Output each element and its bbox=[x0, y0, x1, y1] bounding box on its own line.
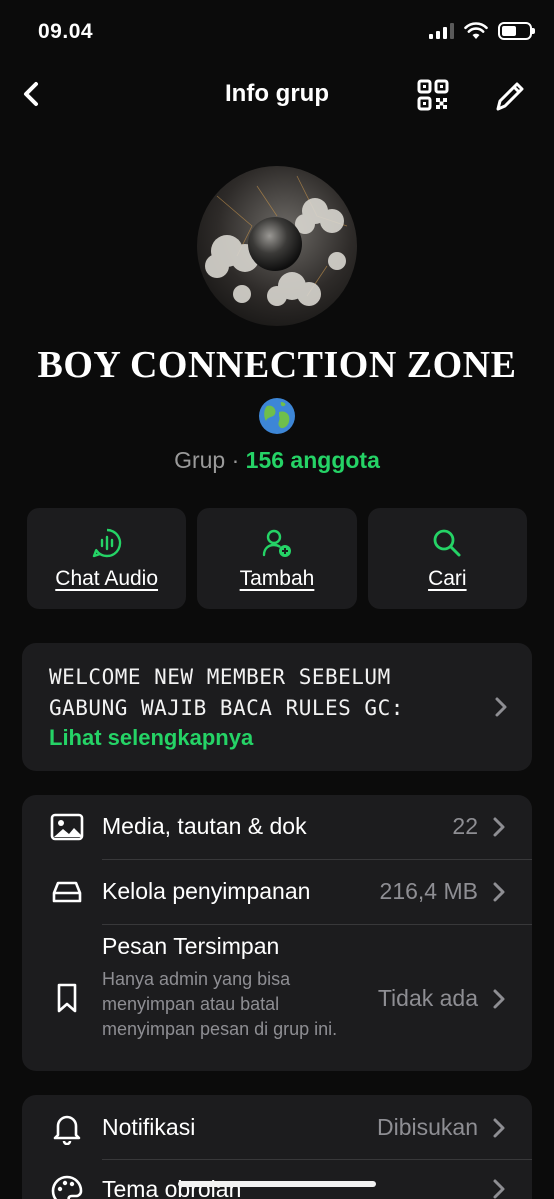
chat-theme-row[interactable]: Tema obrolan bbox=[22, 1160, 532, 1199]
bookmark-icon bbox=[57, 983, 77, 1013]
home-indicator[interactable] bbox=[178, 1181, 376, 1187]
status-icons bbox=[429, 22, 535, 40]
globe-emoji-icon bbox=[259, 398, 295, 434]
group-description-card[interactable]: WELCOME NEW MEMBER SEBELUM GABUNG WAJIB … bbox=[22, 643, 532, 771]
saved-messages-row[interactable]: Pesan Tersimpan Hanya admin yang bisa me… bbox=[22, 925, 532, 1071]
page-title: Info grup bbox=[225, 80, 329, 107]
chat-audio-button[interactable]: Chat Audio bbox=[27, 508, 187, 609]
search-button[interactable]: Cari bbox=[367, 508, 527, 609]
chevron-right-icon bbox=[495, 697, 507, 717]
saved-messages-description: Hanya admin yang bisa menyimpan atau bat… bbox=[102, 969, 338, 1039]
search-icon bbox=[433, 529, 461, 556]
see-more-link[interactable]: Lihat selengkapnya bbox=[49, 725, 253, 751]
chevron-right-icon bbox=[493, 817, 505, 837]
navigation-bar: Info grup bbox=[0, 70, 554, 120]
manage-storage-row[interactable]: Kelola penyimpanan 216,4 MB bbox=[22, 860, 532, 924]
description-line-2: GABUNG WAJIB BACA RULES GC: bbox=[49, 696, 404, 720]
chevron-right-icon bbox=[493, 1118, 505, 1138]
chevron-right-icon bbox=[493, 882, 505, 902]
battery-icon bbox=[498, 22, 535, 40]
chat-audio-label: Chat Audio bbox=[55, 566, 159, 590]
edit-pencil-icon[interactable] bbox=[490, 76, 530, 116]
search-label: Cari bbox=[428, 566, 467, 590]
media-links-docs-row[interactable]: Media, tautan & dok 22 bbox=[22, 795, 532, 859]
storage-label: Kelola penyimpanan bbox=[102, 878, 311, 904]
add-member-label: Tambah bbox=[239, 566, 315, 590]
member-count[interactable]: 156 anggota bbox=[246, 447, 380, 473]
media-count: 22 bbox=[452, 813, 478, 839]
group-type-label: Grup · bbox=[174, 447, 246, 473]
chat-theme-label: Tema obrolan bbox=[102, 1176, 242, 1199]
saved-messages-label: Pesan Tersimpan bbox=[102, 933, 280, 959]
add-person-icon bbox=[262, 529, 291, 557]
notifications-value: Dibisukan bbox=[377, 1114, 478, 1140]
bell-icon bbox=[53, 1115, 81, 1145]
media-storage-card: Media, tautan & dok 22 Kelola penyimpana… bbox=[22, 795, 532, 1071]
image-icon bbox=[50, 813, 84, 841]
notifications-label: Notifikasi bbox=[102, 1114, 196, 1140]
group-description-text: WELCOME NEW MEMBER SEBELUM GABUNG WAJIB … bbox=[49, 662, 489, 724]
cellular-signal-icon bbox=[429, 23, 454, 39]
status-bar: 09.04 bbox=[0, 0, 554, 64]
chevron-right-icon bbox=[493, 1179, 505, 1199]
palette-icon bbox=[51, 1175, 83, 1199]
description-line-1: WELCOME NEW MEMBER SEBELUM bbox=[49, 665, 391, 689]
notifications-row[interactable]: Notifikasi Dibisukan bbox=[22, 1095, 532, 1159]
media-label: Media, tautan & dok bbox=[102, 813, 307, 839]
status-time: 09.04 bbox=[38, 20, 94, 43]
group-meta: Grup · 156 anggota bbox=[0, 447, 554, 474]
wifi-icon bbox=[464, 22, 488, 39]
chevron-right-icon bbox=[493, 989, 505, 1009]
storage-size: 216,4 MB bbox=[379, 878, 478, 904]
add-member-button[interactable]: Tambah bbox=[197, 508, 357, 609]
storage-drive-icon bbox=[52, 881, 82, 903]
saved-messages-value: Tidak ada bbox=[377, 985, 478, 1011]
group-name: BOY CONNECTION ZONE bbox=[37, 344, 517, 386]
audio-wave-icon bbox=[92, 528, 121, 557]
group-avatar[interactable] bbox=[197, 166, 357, 326]
action-buttons: Chat Audio Tambah Cari bbox=[27, 508, 527, 609]
qr-code-icon[interactable] bbox=[414, 76, 452, 114]
